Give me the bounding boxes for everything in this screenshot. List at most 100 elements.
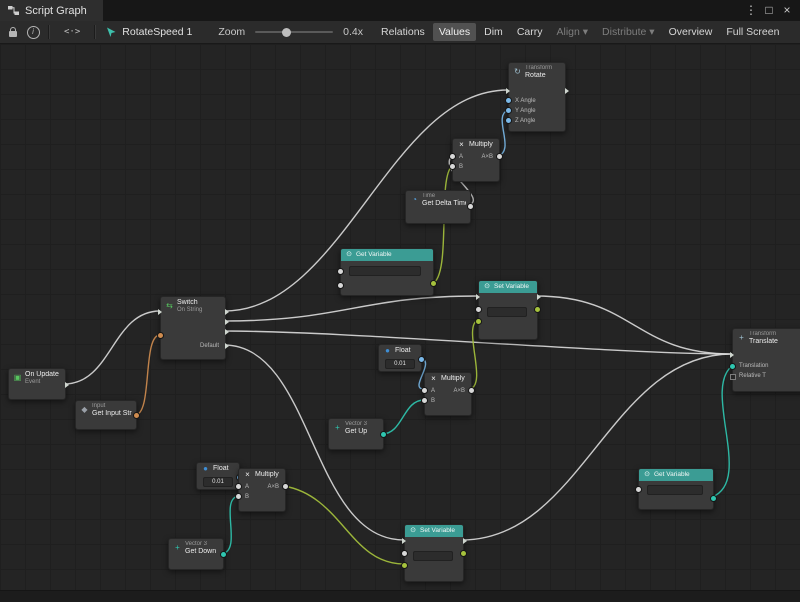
port[interactable] [338, 269, 343, 274]
lock-icon[interactable] [4, 24, 22, 40]
port[interactable] [535, 307, 540, 312]
value-field[interactable]: 0.01 [385, 359, 415, 369]
get-variable-2-icon: ⊙ [643, 471, 651, 479]
node-set-variable-2[interactable]: ⊙Set Variable [404, 524, 464, 582]
info-icon[interactable] [24, 24, 42, 40]
node-header: ×Multiply [453, 139, 499, 150]
node-get-variable-1[interactable]: ⊙Get Variable [340, 248, 434, 296]
node-title: Multiply [255, 471, 279, 479]
port[interactable] [476, 307, 481, 312]
port[interactable] [711, 496, 716, 501]
port[interactable] [537, 294, 541, 300]
port[interactable] [730, 374, 736, 380]
value-field[interactable] [349, 266, 421, 276]
node-title: Float [213, 465, 229, 473]
port[interactable] [402, 538, 406, 544]
port[interactable] [565, 88, 569, 94]
port[interactable] [469, 388, 474, 393]
translate-icon: + [737, 334, 746, 342]
port[interactable] [402, 563, 407, 568]
port[interactable] [476, 294, 480, 300]
port[interactable] [506, 108, 511, 113]
port[interactable] [225, 343, 229, 349]
node-float-1[interactable]: ●Float0.01 [378, 344, 422, 372]
value-field[interactable] [647, 485, 703, 495]
node-float-2[interactable]: ●Float 0.01 [196, 462, 240, 490]
on-update-icon: ▣ [13, 374, 22, 382]
node-multiply-2[interactable]: ×MultiplyAA×BB [424, 372, 472, 416]
value-field[interactable] [487, 307, 527, 317]
toolbar-button-relations[interactable]: Relations [375, 23, 431, 41]
node-multiply-1[interactable]: ×MultiplyAA×BB [452, 138, 500, 182]
toolbar-button-distribute[interactable]: Distribute ▾ [596, 23, 661, 41]
value-field[interactable]: 0.01 [203, 477, 233, 487]
node-get-input-string[interactable]: ◆InputGet Input String [75, 400, 137, 430]
port[interactable] [476, 319, 481, 324]
rotate-icon: ↻ [513, 68, 522, 76]
port[interactable] [65, 382, 69, 388]
port[interactable] [730, 352, 734, 358]
toolbar-button-carry[interactable]: Carry [511, 23, 549, 41]
port[interactable] [225, 309, 229, 315]
port[interactable] [221, 552, 226, 557]
node-rotate[interactable]: ↻TransformRotateX AngleY AngleZ Angle [508, 62, 566, 132]
port[interactable] [236, 484, 241, 489]
port[interactable] [506, 88, 510, 94]
graph-canvas[interactable]: ▣On UpdateEvent ◆InputGet Input String ⇆Sw… [0, 44, 800, 590]
node-get-up[interactable]: +Vector 3Get Up [328, 418, 384, 450]
toolbar-button-overview[interactable]: Overview [663, 23, 719, 41]
graph-name[interactable]: RotateSpeed 1 [122, 26, 210, 38]
node-layer: ▣On UpdateEvent ◆InputGet Input String ⇆Sw… [0, 44, 800, 590]
port[interactable] [468, 204, 473, 209]
code-toggle-icon[interactable]: <·> [56, 27, 88, 37]
node-get-down[interactable]: +Vector 3Get Down [168, 538, 224, 570]
toolbar-button-values[interactable]: Values [433, 23, 476, 41]
menu-icon[interactable]: ⋮ [742, 0, 760, 21]
value-field[interactable] [413, 551, 453, 561]
close-icon[interactable]: × [778, 0, 796, 21]
node-header: +Vector 3Get Down [169, 539, 223, 556]
port[interactable] [461, 551, 466, 556]
maximize-icon[interactable]: □ [760, 0, 778, 21]
node-on-update[interactable]: ▣On UpdateEvent [8, 368, 66, 400]
float-2-icon: ● [201, 465, 210, 473]
port[interactable] [158, 333, 163, 338]
tab-script-graph[interactable]: Script Graph [0, 0, 103, 21]
node-get-variable-2[interactable]: ⊙Get Variable [638, 468, 714, 510]
node-switch[interactable]: ⇆SwitchOn StringDefault [160, 296, 226, 360]
node-header: ◔TimeGet Delta Time [406, 191, 470, 208]
zoom-slider-thumb[interactable] [282, 28, 291, 37]
port[interactable] [422, 398, 427, 403]
port[interactable] [338, 283, 343, 288]
port[interactable] [506, 118, 511, 123]
toolbar-button-dim[interactable]: Dim [478, 23, 509, 41]
port[interactable] [225, 319, 229, 325]
port[interactable] [730, 364, 735, 369]
port[interactable] [381, 432, 386, 437]
port[interactable] [402, 551, 407, 556]
node-translate[interactable]: +TransformTranslateTranslationRelative T [732, 328, 800, 392]
port[interactable] [158, 309, 162, 315]
port[interactable] [225, 329, 229, 335]
toolbar-button-full-screen[interactable]: Full Screen [720, 23, 785, 41]
port[interactable] [450, 154, 455, 159]
port[interactable] [450, 164, 455, 169]
port[interactable] [497, 154, 502, 159]
port-label: B [245, 492, 249, 502]
node-set-variable-1[interactable]: ⊙Set Variable [478, 280, 538, 340]
title-bar: Script Graph ⋮ □ × [0, 0, 800, 21]
port[interactable] [283, 484, 288, 489]
port[interactable] [506, 98, 511, 103]
node-get-delta-time[interactable]: ◔TimeGet Delta Time [405, 190, 471, 224]
port[interactable] [419, 357, 424, 362]
port[interactable] [236, 494, 241, 499]
zoom-slider[interactable] [255, 31, 333, 33]
port-label: B [459, 162, 463, 172]
port[interactable] [134, 413, 139, 418]
toolbar-button-align[interactable]: Align ▾ [550, 23, 594, 41]
port[interactable] [422, 388, 427, 393]
port[interactable] [431, 281, 436, 286]
node-multiply-3[interactable]: ×MultiplyAA×BB [238, 468, 286, 512]
port[interactable] [463, 538, 467, 544]
port[interactable] [636, 487, 641, 492]
